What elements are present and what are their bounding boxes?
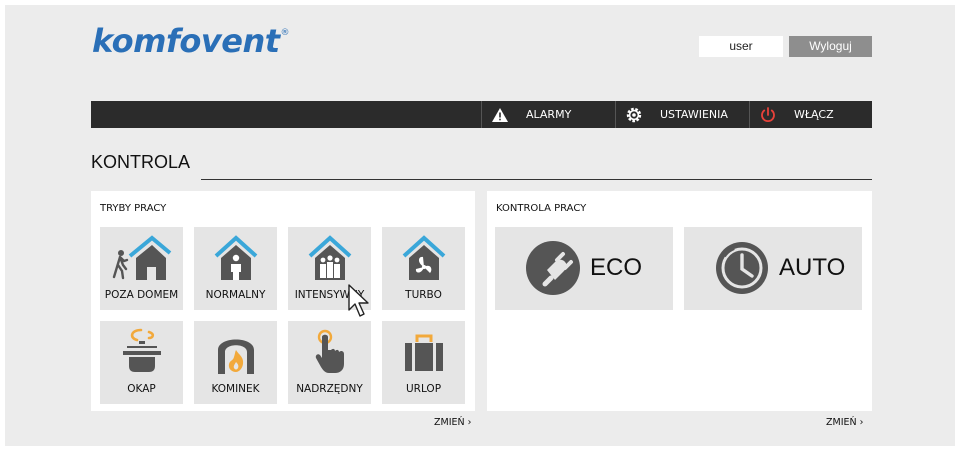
nav-power-label: WŁĄCZ [794, 108, 834, 121]
logout-button[interactable]: Wyloguj [789, 36, 872, 57]
house-person-icon [194, 231, 277, 283]
fireplace-icon [194, 325, 277, 377]
nav-alarms-label: ALARMY [526, 108, 572, 121]
modes-panel-title: TRYBY PRACY [100, 203, 167, 214]
mode-hood-tile[interactable]: OKAP [100, 321, 183, 404]
mode-override-tile[interactable]: NADRZĘDNY [288, 321, 371, 404]
gear-icon [624, 105, 644, 125]
cooking-pot-icon [100, 325, 183, 377]
auto-clock-icon [714, 240, 770, 296]
house-away-icon [100, 231, 183, 283]
nav-power[interactable]: WŁĄCZ [749, 101, 873, 128]
eco-tile[interactable]: ECO [495, 227, 673, 310]
eco-plug-icon [525, 240, 581, 296]
suitcase-icon [382, 325, 465, 377]
change-control-link[interactable]: ZMIEŃ › [826, 417, 863, 428]
mode-turbo-label: TURBO [405, 289, 442, 301]
mouse-pointer-icon [348, 284, 372, 322]
hand-pointer-icon [288, 325, 371, 377]
warning-icon [490, 105, 510, 125]
house-fan-icon [382, 231, 465, 283]
change-modes-link[interactable]: ZMIEŃ › [434, 417, 471, 428]
mode-normal-label: NORMALNY [205, 289, 266, 301]
mode-away-tile[interactable]: POZA DOMEM [100, 227, 183, 310]
eco-label: ECO [590, 254, 643, 281]
auto-label: AUTO [779, 254, 846, 281]
auto-tile[interactable]: AUTO [684, 227, 862, 310]
nav-settings-label: USTAWIENIA [660, 108, 728, 121]
control-panel-title: KONTROLA PRACY [496, 203, 587, 214]
mode-hood-label: OKAP [127, 383, 156, 395]
mode-away-label: POZA DOMEM [104, 289, 179, 301]
mode-fireplace-tile[interactable]: KOMINEK [194, 321, 277, 404]
mode-override-label: NADRZĘDNY [296, 383, 363, 395]
mode-holiday-label: URLOP [405, 383, 442, 395]
nav-settings[interactable]: USTAWIENIA [615, 101, 750, 128]
title-divider [201, 179, 872, 180]
mode-turbo-tile[interactable]: TURBO [382, 227, 465, 310]
top-navbar: ALARMY USTAWIENIA WŁĄCZ [91, 101, 872, 128]
username-display: user [699, 36, 783, 57]
mode-normal-tile[interactable]: NORMALNY [194, 227, 277, 310]
control-panel: KONTROLA PRACY ECO AUTO [487, 191, 872, 411]
mode-holiday-tile[interactable]: URLOP [382, 321, 465, 404]
brand-logo: komfovent® [92, 22, 290, 60]
page-title: KONTROLA [91, 152, 191, 172]
mode-fireplace-label: KOMINEK [211, 383, 260, 395]
house-people-icon [288, 231, 371, 283]
modes-panel: TRYBY PRACY POZA DOMEM NORMALNY INTENSYW… [91, 191, 475, 411]
power-icon [758, 105, 778, 125]
nav-alarms[interactable]: ALARMY [481, 101, 616, 128]
